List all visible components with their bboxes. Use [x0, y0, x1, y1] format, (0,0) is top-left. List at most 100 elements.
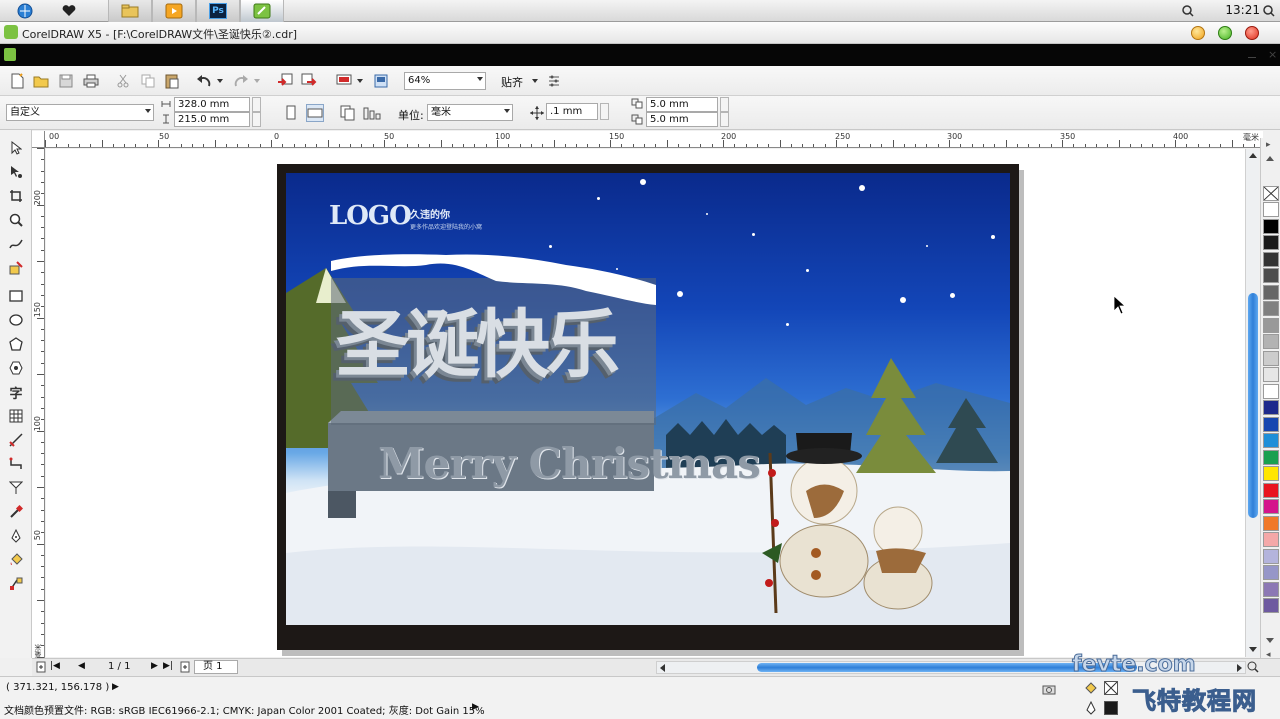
ellipse-tool-icon[interactable] [6, 310, 26, 330]
browser-icon[interactable] [14, 1, 36, 21]
nudge-distance-input[interactable]: .1 mm [546, 103, 598, 120]
previous-page-icon[interactable]: ◀ [78, 661, 85, 671]
vertical-ruler[interactable]: 200 150 100 50 毫米 [32, 148, 45, 658]
smart-fill-tool-icon[interactable] [6, 258, 26, 278]
scroll-left-icon[interactable] [660, 664, 665, 672]
fill-tool-icon[interactable] [6, 550, 26, 570]
color-swatch[interactable] [1263, 351, 1279, 366]
blend-tool-icon[interactable] [6, 478, 26, 498]
scroll-down-icon[interactable] [1249, 647, 1257, 652]
media-player-icon[interactable] [152, 0, 196, 22]
palette-menu-icon[interactable]: ▸ [1266, 140, 1271, 150]
duplicate-y-input[interactable]: 5.0 mm [646, 112, 718, 127]
crop-tool-icon[interactable] [6, 186, 26, 206]
color-swatch[interactable] [1263, 285, 1279, 300]
color-swatch[interactable] [1263, 384, 1279, 399]
shape-tool-icon[interactable] [6, 162, 26, 182]
duplicate-x-spinner[interactable] [720, 97, 729, 112]
paper-width-input[interactable]: 328.0 mm [174, 97, 250, 112]
launcher-dropdown-icon[interactable] [355, 72, 365, 90]
close-button[interactable] [1245, 26, 1259, 40]
folder-icon[interactable] [108, 0, 152, 22]
landscape-icon[interactable] [306, 104, 324, 122]
color-swatch[interactable] [1263, 235, 1279, 250]
application-launcher-icon[interactable] [335, 72, 353, 90]
redo-icon[interactable] [232, 72, 250, 90]
outline-color-swatch[interactable] [1104, 701, 1118, 715]
options-icon[interactable] [545, 72, 563, 90]
color-swatch[interactable] [1263, 268, 1279, 283]
color-swatch[interactable] [1263, 417, 1279, 432]
paper-width-spinner[interactable] [252, 97, 261, 112]
zoom-level-select[interactable]: 64% [404, 72, 486, 90]
undo-dropdown-icon[interactable] [215, 72, 225, 90]
paste-icon[interactable] [163, 72, 181, 90]
import-icon[interactable] [276, 72, 294, 90]
palette-scroll-down-icon[interactable] [1266, 638, 1274, 643]
color-swatch[interactable] [1263, 483, 1279, 498]
text-tool-icon[interactable]: 字 [6, 382, 26, 402]
basic-shapes-tool-icon[interactable] [6, 358, 26, 378]
color-swatch[interactable] [1263, 202, 1279, 217]
coordinates-arrow-icon[interactable]: ▶ [112, 682, 119, 692]
document-page[interactable]: LOGO 久违的你 更多作品欢迎登陆我的小窝 圣诞快乐 Merry Christ… [277, 164, 1019, 650]
scroll-up-icon[interactable] [1249, 153, 1257, 158]
page-tab-1[interactable]: 页 1 [194, 660, 238, 674]
redo-dropdown-icon[interactable] [252, 72, 262, 90]
zoom-navigator-icon[interactable] [1247, 661, 1259, 673]
open-folder-icon[interactable] [32, 72, 50, 90]
save-icon[interactable] [57, 72, 75, 90]
coreldraw-icon[interactable] [240, 0, 284, 22]
fill-none-swatch[interactable] [1104, 681, 1118, 695]
color-swatch[interactable] [1263, 532, 1279, 547]
ruler-origin[interactable] [32, 131, 45, 148]
snap-to-label[interactable]: 贴齐 [501, 74, 523, 90]
search-icon[interactable] [1262, 1, 1276, 21]
color-swatch[interactable] [1263, 549, 1279, 564]
rectangle-tool-icon[interactable] [6, 286, 26, 306]
units-select[interactable]: 毫米 [427, 104, 513, 121]
table-tool-icon[interactable] [6, 406, 26, 426]
color-swatch[interactable] [1263, 450, 1279, 465]
color-swatch[interactable] [1263, 367, 1279, 382]
maximize-button[interactable] [1218, 26, 1232, 40]
camera-icon[interactable] [1042, 683, 1056, 695]
freehand-tool-icon[interactable] [6, 234, 26, 254]
paper-height-spinner[interactable] [252, 112, 261, 127]
color-swatch[interactable] [1263, 301, 1279, 316]
last-page-icon[interactable]: ▶| [163, 661, 173, 671]
paper-height-input[interactable]: 215.0 mm [174, 112, 250, 127]
horizontal-ruler[interactable]: 00 50 0 50 100 150 200 250 300 350 400 毫… [45, 131, 1263, 148]
welcome-screen-icon[interactable] [372, 72, 390, 90]
christmas-artwork[interactable]: LOGO 久违的你 更多作品欢迎登陆我的小窝 圣诞快乐 Merry Christ… [286, 173, 1010, 625]
photoshop-icon[interactable]: Ps [196, 0, 240, 22]
insert-page-after-icon[interactable] [179, 661, 191, 673]
close-icon[interactable]: × [1268, 48, 1277, 61]
connector-tool-icon[interactable] [6, 454, 26, 474]
color-swatch[interactable] [1263, 400, 1279, 415]
paper-preset-select[interactable]: 自定义 [6, 104, 154, 121]
export-icon[interactable] [300, 72, 318, 90]
next-page-icon[interactable]: ▶ [151, 661, 158, 671]
color-swatch[interactable] [1263, 318, 1279, 333]
heart-icon[interactable] [58, 1, 80, 21]
polygon-tool-icon[interactable] [6, 334, 26, 354]
new-document-icon[interactable] [8, 72, 26, 90]
portrait-icon[interactable] [282, 104, 300, 122]
color-swatch[interactable] [1263, 252, 1279, 267]
document-icon[interactable] [4, 48, 16, 61]
color-swatch[interactable] [1263, 466, 1279, 481]
outline-pen-tool-icon[interactable] [6, 526, 26, 546]
duplicate-x-input[interactable]: 5.0 mm [646, 97, 718, 112]
no-color-swatch[interactable] [1263, 186, 1279, 201]
color-swatch[interactable] [1263, 433, 1279, 448]
drawing-canvas[interactable]: LOGO 久违的你 更多作品欢迎登陆我的小窝 圣诞快乐 Merry Christ… [46, 149, 1245, 657]
duplicate-y-spinner[interactable] [720, 112, 729, 127]
current-page-icon[interactable] [363, 104, 381, 122]
insert-page-before-icon[interactable] [35, 661, 47, 673]
nudge-spinner[interactable] [600, 103, 609, 120]
print-icon[interactable] [82, 72, 100, 90]
color-swatch[interactable] [1263, 598, 1279, 613]
eyedropper-tool-icon[interactable] [6, 502, 26, 522]
snap-dropdown-icon[interactable] [530, 72, 540, 90]
